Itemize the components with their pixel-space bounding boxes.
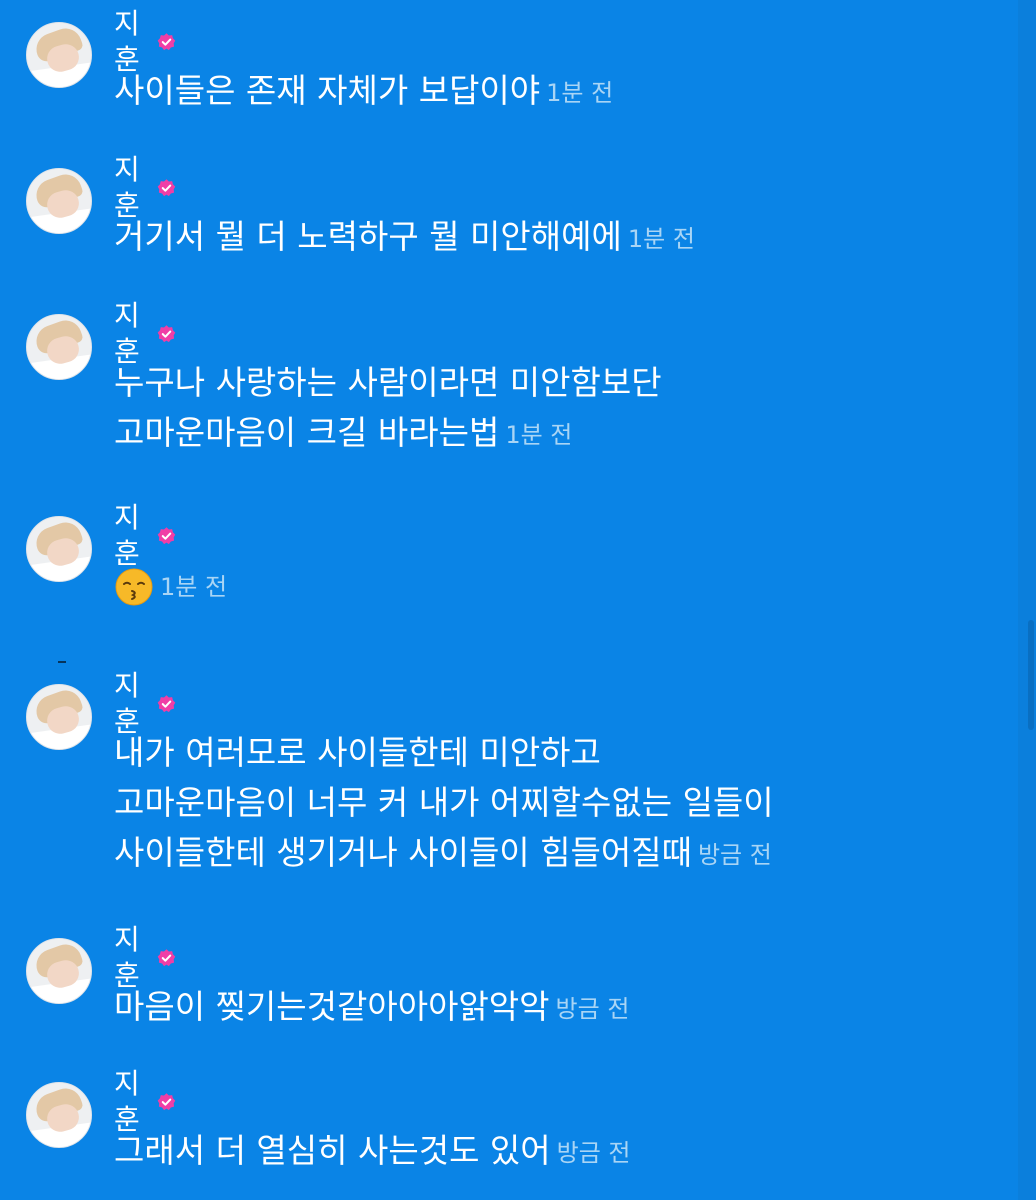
message-text: 1분 전 bbox=[114, 560, 227, 612]
avatar[interactable] bbox=[26, 938, 92, 1004]
message-text: 그래서 더 열심히 사는것도 있어 방금 전 bbox=[114, 1126, 631, 1178]
message-header: 지훈 bbox=[114, 299, 176, 368]
verified-badge-icon bbox=[157, 179, 176, 197]
timestamp: 방금 전 bbox=[556, 1138, 631, 1167]
message-line: 누구나 사랑하는 사람이라면 미안함보단 bbox=[114, 363, 662, 402]
timestamp: 1분 전 bbox=[160, 572, 228, 601]
message-text: 내가 여러모로 사이들한테 미안하고고마운마음이 너무 커 내가 어찌할수없는 … bbox=[114, 728, 774, 880]
avatar[interactable] bbox=[26, 168, 92, 234]
message-header: 지훈 bbox=[114, 669, 176, 738]
message-line: 사이들은 존재 자체가 보답이야 bbox=[114, 71, 541, 110]
verified-badge-icon bbox=[157, 695, 176, 713]
message-header: 지훈 bbox=[114, 153, 176, 222]
message-line: 내가 여러모로 사이들한테 미안하고 bbox=[114, 733, 601, 772]
message-line: 사이들한테 생기거나 사이들이 힘들어질때 bbox=[114, 833, 692, 872]
verified-badge-icon bbox=[157, 949, 176, 967]
verified-badge-icon bbox=[157, 1093, 176, 1111]
verified-badge-icon bbox=[157, 527, 176, 545]
avatar[interactable] bbox=[26, 1082, 92, 1148]
scrollbar[interactable] bbox=[1018, 0, 1036, 1200]
message-line: 그래서 더 열심히 사는것도 있어 bbox=[114, 1131, 551, 1170]
timestamp: 1분 전 bbox=[627, 224, 695, 253]
message-line: 마음이 찢기는것같아아아앍악악 bbox=[114, 987, 550, 1026]
message-line: 고마운마음이 크길 바라는법 bbox=[114, 413, 500, 452]
message-text: 누구나 사랑하는 사람이라면 미안함보단고마운마음이 크길 바라는법 1분 전 bbox=[114, 358, 662, 460]
timestamp: 방금 전 bbox=[555, 994, 630, 1023]
message-text: 거기서 뭘 더 노력하구 뭘 미안해예에 1분 전 bbox=[114, 212, 695, 264]
verified-badge-icon bbox=[157, 325, 176, 343]
avatar[interactable] bbox=[26, 684, 92, 750]
avatar[interactable] bbox=[26, 516, 92, 582]
message-text: 사이들은 존재 자체가 보답이야 1분 전 bbox=[114, 66, 613, 118]
verified-badge-icon bbox=[157, 33, 176, 51]
avatar[interactable] bbox=[26, 314, 92, 380]
message-header: 지훈 bbox=[114, 923, 176, 992]
timestamp: 방금 전 bbox=[697, 840, 772, 869]
message-header: 지훈 bbox=[114, 501, 176, 570]
timestamp: 1분 전 bbox=[505, 420, 573, 449]
scrollbar-thumb[interactable] bbox=[1028, 620, 1034, 730]
message-line: 거기서 뭘 더 노력하구 뭘 미안해예에 bbox=[114, 217, 622, 256]
chat-feed: 지훈 사이들은 존재 자체가 보답이야 1분 전 지훈 거기서 뭘 더 노력하구 … bbox=[0, 0, 1018, 1200]
message-header: 지훈 bbox=[114, 7, 176, 76]
message-text: 마음이 찢기는것같아아아앍악악 방금 전 bbox=[114, 982, 629, 1034]
timestamp: 1분 전 bbox=[546, 78, 614, 107]
divider bbox=[58, 661, 66, 663]
kissing-face-emoji bbox=[115, 568, 153, 605]
message-header: 지훈 bbox=[114, 1067, 176, 1136]
avatar[interactable] bbox=[26, 22, 92, 88]
message-line: 고마운마음이 너무 커 내가 어찌할수없는 일들이 bbox=[114, 783, 774, 822]
